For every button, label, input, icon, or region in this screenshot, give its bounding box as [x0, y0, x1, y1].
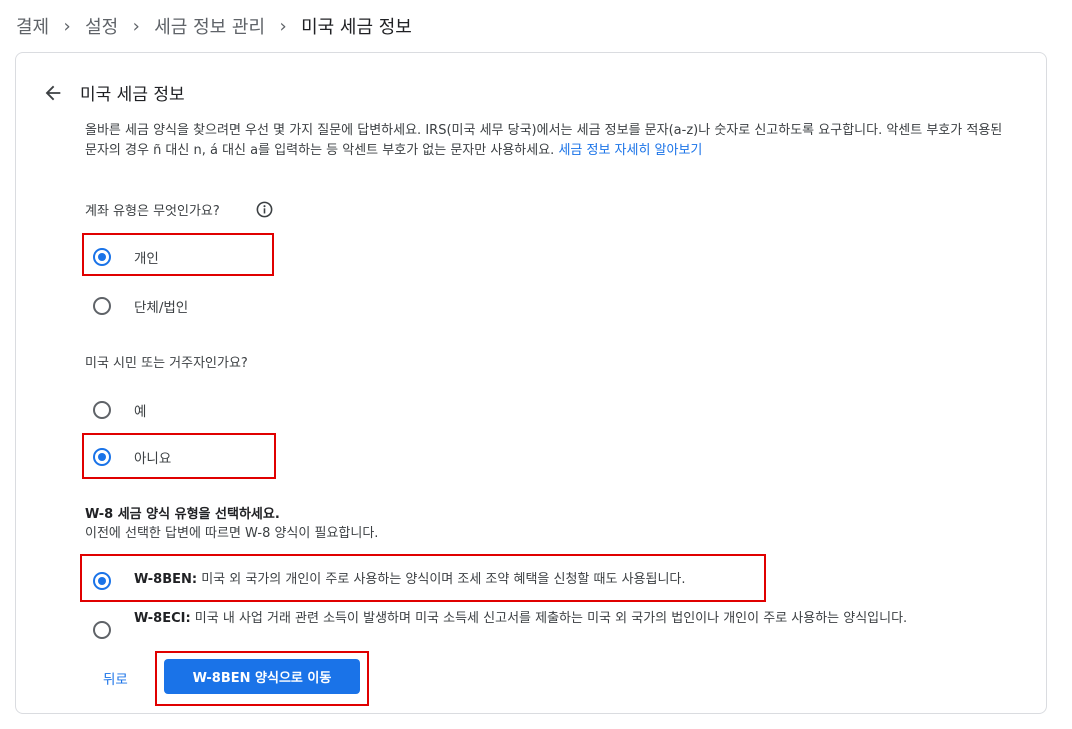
w8ben-desc: 미국 외 국가의 개인이 주로 사용하는 양식이며 조세 조약 혜택을 신청할 … [201, 572, 686, 587]
learn-more-link[interactable]: 세금 정보 자세히 알아보기 [558, 143, 702, 158]
radio-w8eci[interactable]: W-8ECI: 미국 내 사업 거래 관련 소득이 발생하며 미국 소득세 신고… [93, 610, 1003, 639]
chevron-right-icon: › [132, 15, 140, 37]
radio-yes[interactable]: 예 [93, 400, 146, 420]
radio-button-unchecked[interactable] [93, 297, 111, 315]
radio-button-checked[interactable] [93, 448, 111, 466]
w8ben-text: W-8BEN: 미국 외 국가의 개인이 주로 사용하는 양식이며 조세 조약 … [134, 571, 686, 590]
radio-individual[interactable]: 개인 [93, 247, 159, 267]
radio-w8ben[interactable]: W-8BEN: 미국 외 국가의 개인이 주로 사용하는 양식이며 조세 조약 … [93, 571, 773, 590]
breadcrumb-us-tax-info: 미국 세금 정보 [301, 17, 412, 38]
go-to-w8ben-button[interactable]: W-8BEN 양식으로 이동 [164, 659, 360, 694]
chevron-right-icon: › [63, 15, 71, 37]
radio-no[interactable]: 아니요 [93, 447, 171, 467]
w8eci-text: W-8ECI: 미국 내 사업 거래 관련 소득이 발생하며 미국 소득세 신고… [134, 610, 907, 639]
intro-body: 올바른 세금 양식을 찾으려면 우선 몇 가지 질문에 답변하세요. IRS(미… [85, 123, 1003, 158]
us-citizen-question: 미국 시민 또는 거주자인가요? [85, 356, 248, 371]
w8eci-code: W-8ECI: [134, 611, 191, 626]
account-type-question: 계좌 유형은 무엇인가요? [85, 204, 220, 219]
intro-text: 올바른 세금 양식을 찾으려면 우선 몇 가지 질문에 답변하세요. IRS(미… [85, 121, 1010, 161]
info-icon[interactable] [255, 200, 274, 219]
arrow-back-icon[interactable] [42, 82, 64, 104]
page-title: 미국 세금 정보 [80, 85, 185, 105]
breadcrumb-billing[interactable]: 결제 [16, 13, 49, 39]
chevron-right-icon: › [279, 15, 287, 37]
radio-organization[interactable]: 단체/법인 [93, 296, 188, 316]
radio-organization-label: 단체/법인 [134, 300, 189, 316]
radio-button-checked[interactable] [93, 248, 111, 266]
radio-button-unchecked[interactable] [93, 621, 111, 639]
breadcrumb: 결제 › 설정 › 세금 정보 관리 › 미국 세금 정보 [16, 13, 412, 39]
w8eci-desc: 미국 내 사업 거래 관련 소득이 발생하며 미국 소득세 신고서를 제출하는 … [194, 611, 908, 626]
radio-no-label: 아니요 [134, 451, 172, 467]
breadcrumb-settings[interactable]: 설정 [85, 13, 118, 39]
breadcrumb-tax-info[interactable]: 세금 정보 관리 [154, 13, 265, 39]
radio-yes-label: 예 [134, 404, 147, 420]
back-button[interactable]: 뒤로 [103, 668, 128, 688]
radio-button-unchecked[interactable] [93, 401, 111, 419]
w8-subtitle: 이전에 선택한 답변에 따르면 W-8 양식이 필요합니다. [85, 526, 379, 541]
w8-title: W-8 세금 양식 유형을 선택하세요. [85, 507, 280, 522]
radio-individual-label: 개인 [134, 251, 159, 267]
w8ben-code: W-8BEN: [134, 572, 198, 587]
radio-button-checked[interactable] [93, 572, 111, 590]
